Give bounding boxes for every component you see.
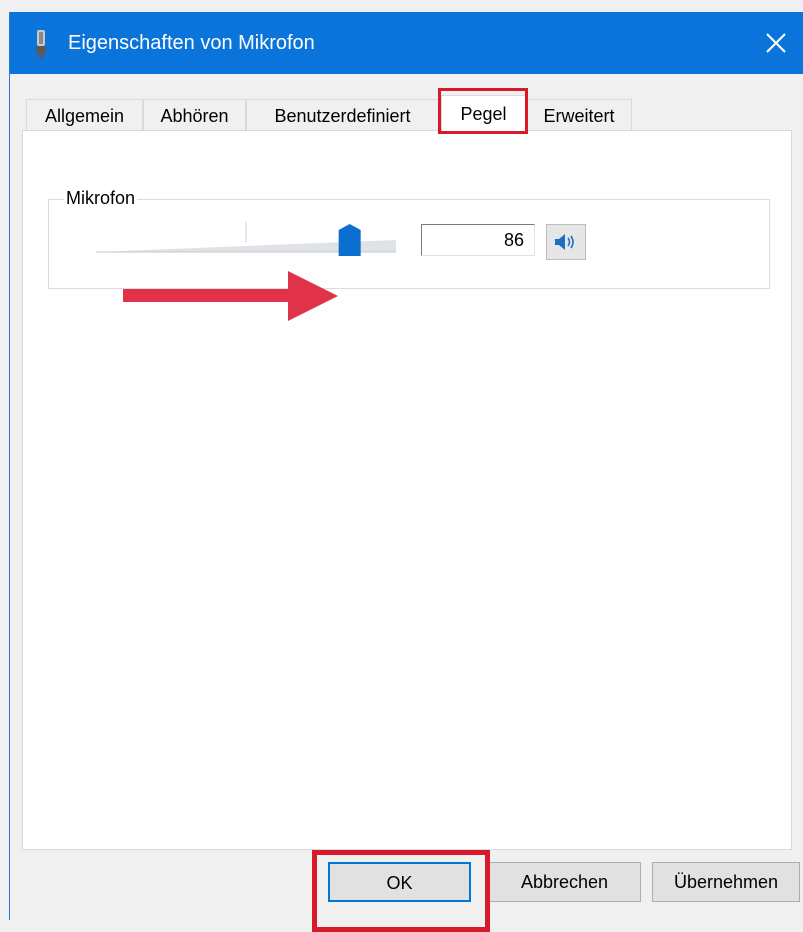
level-value-field[interactable]: 86	[421, 224, 535, 256]
tab-erweitert[interactable]: Erweitert	[526, 99, 632, 131]
microphone-icon	[36, 30, 46, 58]
title-bar: Eigenschaften von Mikrofon	[10, 12, 803, 74]
arrow-right-icon	[123, 271, 338, 321]
tab-panel: Mikrofon 86	[22, 130, 792, 850]
window-title: Eigenschaften von Mikrofon	[68, 32, 315, 54]
tab-benutzerdefiniert[interactable]: Benutzerdefiniert	[246, 99, 439, 131]
group-label: Mikrofon	[64, 187, 138, 209]
tab-highlight-box	[438, 88, 528, 134]
apply-button[interactable]: Übernehmen	[652, 862, 800, 902]
slider-thumb[interactable]	[338, 224, 361, 256]
tab-abhoeren[interactable]: Abhören	[143, 99, 246, 131]
close-icon	[766, 33, 786, 53]
mute-button[interactable]	[546, 224, 586, 260]
cancel-button[interactable]: Abbrechen	[488, 862, 641, 902]
tab-allgemein[interactable]: Allgemein	[26, 99, 143, 131]
speaker-icon	[555, 234, 574, 250]
level-slider[interactable]	[96, 218, 399, 258]
ok-button[interactable]: OK	[328, 862, 471, 902]
dialog-window: Eigenschaften von Mikrofon Allgemein Abh…	[9, 12, 803, 932]
close-button[interactable]	[748, 12, 803, 74]
